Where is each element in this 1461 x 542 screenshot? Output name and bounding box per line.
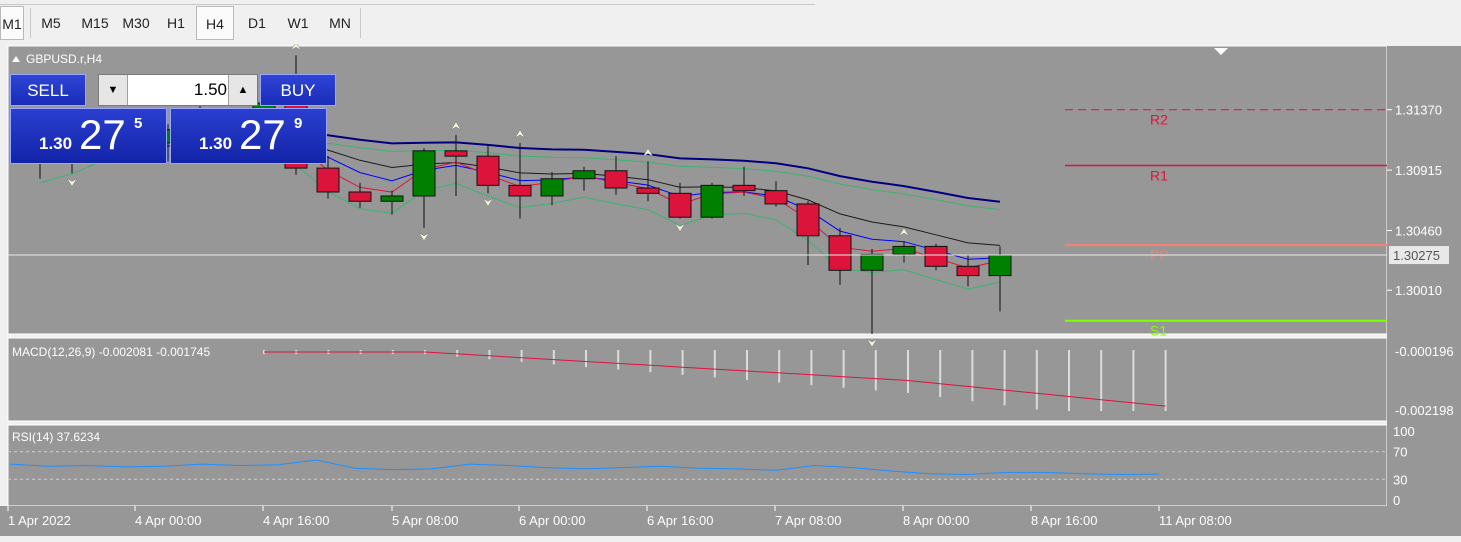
rsi-tick-label: 0 [1393, 493, 1400, 508]
time-tick-label: 5 Apr 08:00 [392, 513, 459, 528]
time-axis [0, 506, 1461, 536]
rsi-pane [7, 424, 1388, 507]
candle-body[interactable] [700, 184, 724, 218]
candle-body[interactable] [572, 170, 596, 180]
macd-label: MACD(12,26,9) -0.002081 -0.001745 [12, 345, 210, 359]
buy-price-fraction: 9 [294, 115, 303, 132]
pivot-r2-label: R2 [1150, 112, 1168, 128]
time-tick-label: 6 Apr 00:00 [519, 513, 586, 528]
sell-price-pips: 27 [79, 111, 126, 158]
candle-body[interactable] [732, 184, 756, 192]
candle-body[interactable] [316, 167, 340, 193]
candle-body[interactable] [668, 192, 692, 218]
status-bar [0, 536, 1461, 542]
time-tick-label: 6 Apr 16:00 [647, 513, 714, 528]
macd-tick-label: -0.000196 [1395, 344, 1454, 359]
timeframe-m5[interactable]: M5 [34, 6, 68, 40]
price-tick-label: 1.30460 [1395, 223, 1442, 238]
timeframe-w1[interactable]: W1 [280, 6, 316, 40]
sell-price-major: 1.30 [39, 134, 73, 153]
lot-increase-icon[interactable]: ▲ [228, 75, 257, 105]
toolbar-top-border [0, 0, 815, 5]
candle-body[interactable] [540, 178, 564, 197]
macd-pane [7, 337, 1388, 422]
time-tick-label: 4 Apr 16:00 [263, 513, 330, 528]
price-tick-label: 1.30010 [1395, 283, 1442, 298]
macd-tick-label: -0.002198 [1395, 403, 1454, 418]
pivot-r1-label: R1 [1150, 167, 1168, 183]
rsi-tick-label: 100 [1393, 424, 1415, 439]
buy-price-major: 1.30 [199, 134, 233, 153]
timeframe-d1[interactable]: D1 [240, 6, 274, 40]
buy-button[interactable]: BUY [260, 74, 336, 106]
time-tick-label: 7 Apr 08:00 [775, 513, 842, 528]
candle-body[interactable] [636, 187, 660, 194]
rsi-tick-label: 30 [1393, 472, 1407, 487]
pivot-s1-label: S1 [1150, 323, 1167, 339]
candle-body[interactable] [412, 150, 436, 197]
candle-body[interactable] [924, 245, 948, 267]
candle-body[interactable] [380, 195, 404, 202]
candle-body[interactable] [508, 184, 532, 197]
candle-body[interactable] [988, 254, 1012, 277]
one-click-trading-panel: SELL ▼ 1.50 ▲ BUY 1.30 27 5 1.30 27 9 [10, 74, 336, 164]
candle-body[interactable] [348, 191, 372, 202]
timeframe-toolbar: M1 M5 M15 M30 H1 H4 D1 W1 MN [0, 0, 1461, 44]
timeframe-m1[interactable]: M1 [0, 6, 24, 40]
sell-price-box[interactable]: 1.30 27 5 [10, 108, 167, 164]
time-tick-label: 11 Apr 08:00 [1159, 513, 1232, 528]
sell-price-fraction: 5 [134, 115, 143, 132]
candle-body[interactable] [828, 235, 852, 271]
candle-body[interactable] [860, 253, 884, 271]
timeframe-h4[interactable]: H4 [196, 6, 234, 40]
sell-button[interactable]: SELL [10, 74, 86, 106]
current-price-label: 1.30275 [1393, 248, 1440, 263]
timeframe-m15[interactable]: M15 [76, 6, 114, 40]
lot-decrease-icon[interactable]: ▼ [99, 75, 128, 105]
timeframe-m30[interactable]: M30 [116, 6, 156, 40]
rsi-tick-label: 70 [1393, 445, 1407, 460]
candle-body[interactable] [956, 265, 980, 277]
candle-body[interactable] [764, 190, 788, 205]
candle-body[interactable] [892, 245, 916, 255]
time-tick-label: 8 Apr 16:00 [1031, 513, 1098, 528]
buy-price-box[interactable]: 1.30 27 9 [170, 108, 327, 164]
time-tick-label: 1 Apr 2022 [8, 513, 71, 528]
rsi-label: RSI(14) 37.6234 [12, 430, 100, 444]
symbol-label: GBPUSD.r,H4 [26, 52, 102, 66]
price-tick-label: 1.31370 [1395, 103, 1442, 118]
buy-price-pips: 27 [239, 111, 286, 158]
timeframe-h1[interactable]: H1 [160, 6, 192, 40]
price-tick-label: 1.30915 [1395, 163, 1442, 178]
lot-size-value[interactable]: 1.50 [129, 75, 227, 105]
time-tick-label: 8 Apr 00:00 [903, 513, 970, 528]
candle-body[interactable] [796, 203, 820, 237]
lot-size-input[interactable]: ▼ 1.50 ▲ [98, 74, 258, 106]
time-tick-label: 4 Apr 00:00 [135, 513, 202, 528]
timeframe-mn[interactable]: MN [322, 6, 358, 40]
candle-body[interactable] [604, 170, 628, 189]
candle-body[interactable] [444, 150, 468, 157]
candle-body[interactable] [476, 155, 500, 186]
